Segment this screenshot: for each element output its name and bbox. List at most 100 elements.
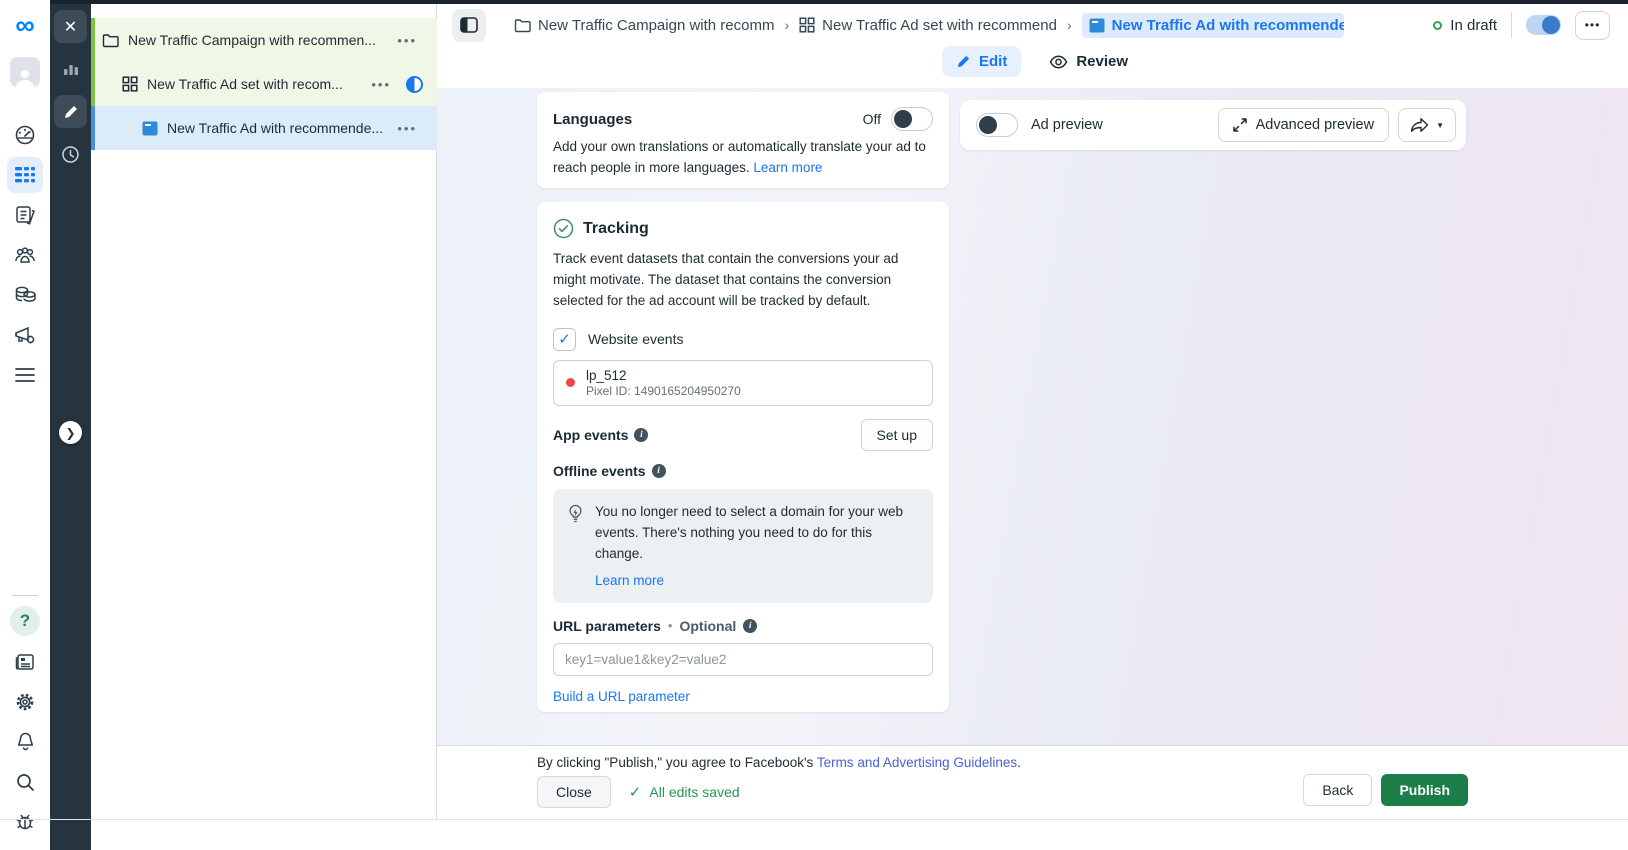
url-optional-label: Optional (679, 618, 736, 634)
advanced-preview-label: Advanced preview (1256, 117, 1375, 133)
info-icon[interactable]: i (743, 619, 757, 633)
tab-review[interactable]: Review (1035, 46, 1142, 77)
caret-down-icon: ▼ (1436, 121, 1444, 130)
collapse-sidebar-icon[interactable] (452, 9, 486, 42)
tracking-description: Track event datasets that contain the co… (553, 249, 933, 312)
ad-preview-toggle[interactable] (976, 113, 1018, 137)
window-bottom-edge (0, 819, 1628, 820)
performance-chart-icon[interactable] (54, 52, 87, 85)
saved-check-icon: ✓ (629, 783, 642, 801)
languages-toggle[interactable] (891, 107, 933, 131)
tracking-card: Tracking Track event datasets that conta… (537, 202, 949, 712)
report-bug-icon[interactable] (7, 804, 43, 840)
campaigns-table-icon[interactable] (7, 157, 43, 193)
chevron-right-icon: › (1067, 17, 1072, 33)
overview-gauge-icon[interactable] (7, 117, 43, 153)
publish-footer: By clicking "Publish," you agree to Face… (437, 745, 1628, 819)
ad-preview-bar: Ad preview Advanced preview ▼ (960, 100, 1466, 150)
draft-status-icon (1433, 21, 1442, 30)
campaign-accent-bar (91, 18, 95, 62)
bullet-separator: • (668, 618, 673, 633)
tab-edit-label: Edit (979, 53, 1007, 70)
adset-grid-icon (122, 76, 138, 92)
editor-header: New Traffic Campaign with recomm › New T… (437, 0, 1628, 88)
edit-pencil-icon[interactable] (54, 95, 87, 128)
tip-learn-more-link[interactable]: Learn more (595, 573, 664, 588)
adset-contrast-status-icon[interactable] (406, 76, 423, 93)
news-updates-icon[interactable] (7, 644, 43, 680)
settings-gear-icon[interactable] (7, 684, 43, 720)
close-editor-icon[interactable]: ✕ (54, 10, 87, 43)
ads-reporting-icon[interactable] (7, 197, 43, 233)
domain-tip-box: You no longer need to select a domain fo… (553, 489, 933, 603)
pixel-id: Pixel ID: 1490165204950270 (586, 384, 741, 398)
tree-item-adset[interactable]: New Traffic Ad set with recom... ••• (91, 62, 437, 106)
audiences-icon[interactable] (7, 237, 43, 273)
tracking-title: Tracking (583, 220, 649, 238)
info-icon[interactable]: i (652, 464, 666, 478)
info-icon[interactable]: i (634, 428, 648, 442)
build-url-parameter-link[interactable]: Build a URL parameter (553, 689, 690, 704)
languages-title: Languages (553, 111, 632, 128)
campaign-options-dots-icon[interactable]: ••• (397, 33, 417, 48)
ads-manager-megaphone-icon[interactable] (7, 317, 43, 353)
share-arrow-icon (1410, 117, 1429, 133)
draft-status-label: In draft (1450, 17, 1497, 34)
agreement-prefix: By clicking "Publish," you agree to Face… (537, 755, 817, 770)
ad-preview-label: Ad preview (1031, 117, 1103, 133)
notifications-bell-icon[interactable] (7, 724, 43, 760)
close-button[interactable]: Close (537, 776, 611, 808)
account-avatar[interactable] (10, 57, 40, 87)
publish-button[interactable]: Publish (1381, 774, 1468, 806)
window-top-edge (50, 0, 1628, 4)
all-tools-menu-icon[interactable] (7, 357, 43, 393)
history-clock-icon[interactable] (54, 138, 87, 171)
tree-item-label: New Traffic Ad with recommende... (167, 120, 383, 136)
tree-item-ad-selected[interactable]: New Traffic Ad with recommende... ••• (91, 106, 437, 150)
terms-guidelines-link[interactable]: Terms and Advertising Guidelines (817, 755, 1017, 770)
pixel-selector[interactable]: lp_512 Pixel ID: 1490165204950270 (553, 360, 933, 406)
tree-item-label: New Traffic Campaign with recommen... (128, 32, 376, 48)
pencil-icon (956, 54, 971, 69)
adset-options-dots-icon[interactable]: ••• (371, 77, 391, 92)
editor-tool-column: ✕ ❯ (50, 0, 91, 850)
website-events-label: Website events (588, 331, 683, 347)
website-events-checkbox[interactable]: ✓ (553, 328, 576, 351)
breadcrumb-label: New Traffic Ad with recommended s (1112, 17, 1344, 34)
tree-item-label: New Traffic Ad set with recom... (147, 76, 343, 92)
languages-toggle-state: Off (863, 111, 881, 127)
ad-square-icon (142, 121, 158, 136)
more-options-dots-icon[interactable]: ••• (1575, 11, 1610, 40)
edit-review-tabs: Edit Review (942, 46, 1142, 77)
billing-coins-icon[interactable] (7, 277, 43, 313)
expand-panel-chevron-icon[interactable]: ❯ (59, 421, 82, 444)
publish-agreement-text: By clicking "Publish," you agree to Face… (537, 755, 1021, 770)
app-events-label: App events (553, 427, 628, 443)
global-nav-rail: ∞ ? (0, 0, 50, 850)
breadcrumb-item-adset[interactable]: New Traffic Ad set with recommend (799, 17, 1057, 34)
rail-divider (12, 595, 38, 596)
search-icon[interactable] (7, 764, 43, 800)
url-parameters-input[interactable] (553, 643, 933, 676)
languages-description: Add your own translations or automatical… (553, 139, 926, 175)
ad-options-dots-icon[interactable]: ••• (397, 121, 417, 136)
back-button[interactable]: Back (1303, 774, 1372, 806)
header-divider (1511, 12, 1512, 38)
meta-logo-icon[interactable]: ∞ (15, 12, 34, 39)
breadcrumb-item-campaign[interactable]: New Traffic Campaign with recomm (514, 17, 774, 34)
app-events-setup-button[interactable]: Set up (861, 419, 933, 451)
advanced-preview-button[interactable]: Advanced preview (1218, 108, 1390, 142)
breadcrumb-item-ad-current[interactable]: New Traffic Ad with recommended s (1082, 13, 1344, 38)
tree-item-campaign[interactable]: New Traffic Campaign with recommen... ••… (91, 18, 437, 62)
languages-card: Languages Off Add your own translations … (537, 92, 949, 188)
url-parameters-label: URL parameters (553, 618, 661, 634)
help-icon[interactable]: ? (10, 606, 40, 636)
ad-active-toggle[interactable] (1526, 15, 1561, 35)
folder-icon (102, 33, 119, 48)
tab-edit[interactable]: Edit (942, 46, 1021, 77)
languages-learn-more-link[interactable]: Learn more (753, 160, 822, 175)
breadcrumb-label: New Traffic Ad set with recommend (822, 17, 1057, 34)
share-preview-button[interactable]: ▼ (1398, 108, 1456, 142)
pixel-name: lp_512 (586, 368, 741, 383)
breadcrumb: New Traffic Campaign with recomm › New T… (437, 4, 1628, 46)
